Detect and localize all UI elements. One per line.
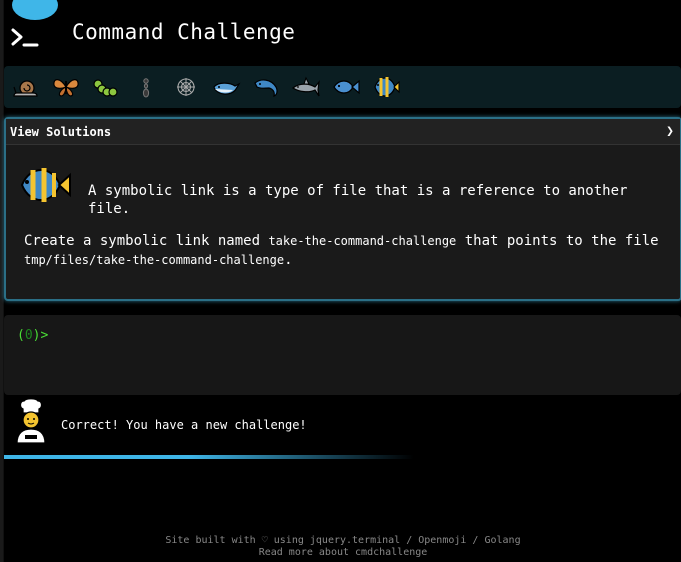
chef-icon <box>14 397 48 449</box>
tropical-fish-icon[interactable] <box>368 70 404 104</box>
ant-icon[interactable] <box>128 70 164 104</box>
prompt-exit-code: 0 <box>24 328 33 343</box>
prompt-open: ( <box>17 328 25 343</box>
task-text: . <box>284 252 293 268</box>
badge-bar <box>4 66 681 108</box>
footer-text[interactable]: using jquery.terminal / Openmoji / Golan… <box>268 535 521 546</box>
challenge-description: A symbolic link is a type of file that i… <box>88 183 628 217</box>
page: Command Challenge View Solutions ❯ A sym… <box>3 0 681 562</box>
page-title: Command Challenge <box>72 20 296 44</box>
result-message: Correct! You have a new challenge! <box>61 418 307 432</box>
link-name-code: take-the-command-challenge <box>268 234 457 248</box>
view-solutions-label: View Solutions <box>10 125 112 139</box>
tropical-fish-icon <box>16 163 72 211</box>
about-link[interactable]: Read more about cmdchallenge <box>4 547 681 559</box>
prompt-close: )> <box>32 328 49 343</box>
progress-bar <box>4 455 414 459</box>
terminal-prompt: (0)> <box>17 328 48 343</box>
footer-text: Site built with <box>165 535 262 546</box>
footer-credits: Site built with ♡ using jquery.terminal … <box>4 535 681 547</box>
dolphin-icon[interactable] <box>248 70 284 104</box>
spider-web-icon[interactable] <box>168 70 204 104</box>
terminal-input[interactable]: (0)> <box>4 315 681 395</box>
task-text: that points to the file <box>456 233 659 249</box>
challenge-panel: View Solutions ❯ A symbolic link is a ty… <box>4 117 681 301</box>
chevron-right-icon: ❯ <box>666 124 674 139</box>
caterpillar-icon[interactable] <box>88 70 124 104</box>
terminal-logo-icon[interactable] <box>8 0 58 58</box>
task-text: Create a symbolic link named <box>24 233 269 249</box>
footer: Site built with ♡ using jquery.terminal … <box>4 535 681 559</box>
challenge-task: Create a symbolic link named take-the-co… <box>24 232 674 270</box>
fish-icon[interactable] <box>328 70 364 104</box>
header: Command Challenge <box>4 0 681 62</box>
view-solutions-toggle[interactable]: View Solutions ❯ <box>6 119 680 145</box>
whale-icon[interactable] <box>208 70 244 104</box>
snail-icon[interactable] <box>8 70 44 104</box>
shark-icon[interactable] <box>288 70 324 104</box>
target-path-code: tmp/files/take-the-command-challenge <box>24 253 285 267</box>
butterfly-icon[interactable] <box>48 70 84 104</box>
